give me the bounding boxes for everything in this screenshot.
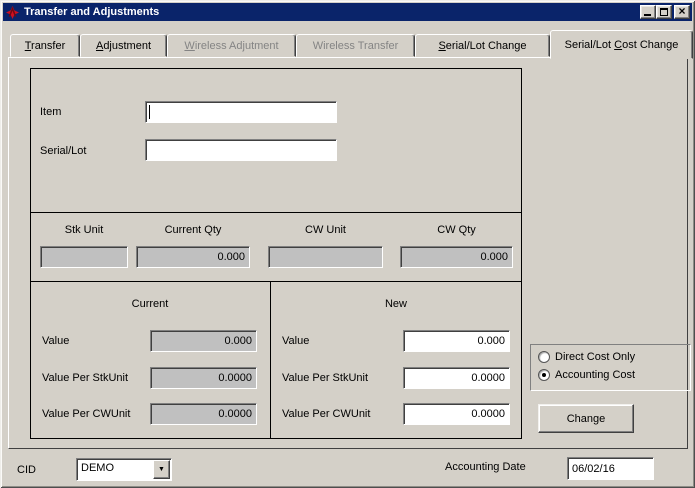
- accounting-cost-label: Accounting Cost: [555, 369, 635, 381]
- current-value-per-stkunit-label: Value Per StkUnit: [42, 372, 128, 384]
- item-label: Item: [40, 106, 61, 118]
- close-icon: ×: [678, 6, 685, 16]
- current-section-title: Current: [30, 298, 270, 310]
- maximize-button[interactable]: [656, 5, 672, 19]
- new-value-label: Value: [282, 335, 309, 347]
- cw-qty-field: [400, 246, 513, 268]
- tab-serial-lot-cost-change[interactable]: Serial/Lot Cost Change: [550, 30, 693, 59]
- app-logo-icon: [6, 6, 19, 19]
- titlebar: Transfer and Adjustments ×: [3, 3, 692, 21]
- serial-lot-input[interactable]: [145, 139, 337, 161]
- tab-transfer[interactable]: Transfer: [10, 34, 80, 57]
- stk-unit-header: Stk Unit: [40, 224, 128, 236]
- cid-dropdown-button[interactable]: ▼: [153, 460, 170, 479]
- minimize-icon: [644, 14, 651, 16]
- cid-label: CID: [17, 464, 36, 476]
- new-value-field[interactable]: [403, 330, 510, 352]
- item-input[interactable]: [145, 101, 337, 123]
- direct-cost-only-label: Direct Cost Only: [555, 351, 635, 363]
- serial-lot-label: Serial/Lot: [40, 145, 86, 157]
- chevron-down-icon: ▼: [158, 466, 165, 473]
- accounting-date-input[interactable]: [567, 457, 654, 480]
- new-value-per-cwunit-label: Value Per CWUnit: [282, 408, 370, 420]
- new-section-title: New: [270, 298, 522, 310]
- tab-serial-lot-change[interactable]: Serial/Lot Change: [415, 34, 550, 57]
- text-cursor: [149, 105, 150, 119]
- new-value-per-cwunit-field[interactable]: [403, 403, 510, 425]
- window-controls: ×: [640, 5, 690, 19]
- current-qty-header: Current Qty: [136, 224, 250, 236]
- new-value-per-stkunit-field[interactable]: [403, 367, 510, 389]
- current-qty-field: [136, 246, 250, 268]
- stk-unit-field: [40, 246, 128, 268]
- change-button[interactable]: Change: [538, 404, 634, 433]
- tab-wireless-adjutment: Wireless Adjutment: [167, 34, 296, 57]
- current-value-per-cwunit-field: [150, 403, 257, 425]
- current-value-field: [150, 330, 257, 352]
- accounting-date-label: Accounting Date: [445, 461, 526, 473]
- cost-option-group: Direct Cost Only Accounting Cost: [530, 344, 691, 391]
- direct-cost-only-radio[interactable]: [538, 351, 550, 363]
- close-button[interactable]: ×: [674, 5, 690, 19]
- new-value-per-stkunit-label: Value Per StkUnit: [282, 372, 368, 384]
- current-value-per-cwunit-label: Value Per CWUnit: [42, 408, 130, 420]
- cw-unit-field: [268, 246, 383, 268]
- cw-qty-header: CW Qty: [400, 224, 513, 236]
- direct-cost-only-option[interactable]: Direct Cost Only: [538, 350, 635, 364]
- cid-value: DEMO: [77, 459, 152, 480]
- tab-wireless-transfer: Wireless Transfer: [296, 34, 415, 57]
- maximize-icon: [660, 8, 668, 16]
- tab-adjustment[interactable]: Adjustment: [80, 34, 167, 57]
- accounting-cost-option[interactable]: Accounting Cost: [538, 368, 635, 382]
- current-value-per-stkunit-field: [150, 367, 257, 389]
- current-value-label: Value: [42, 335, 69, 347]
- transfer-and-adjustments-window: Transfer and Adjustments × Transfer Adju…: [0, 0, 695, 488]
- minimize-button[interactable]: [640, 5, 656, 19]
- cw-unit-header: CW Unit: [268, 224, 383, 236]
- window-title: Transfer and Adjustments: [24, 6, 159, 18]
- cid-combobox[interactable]: DEMO ▼: [76, 458, 172, 481]
- accounting-cost-radio[interactable]: [538, 369, 550, 381]
